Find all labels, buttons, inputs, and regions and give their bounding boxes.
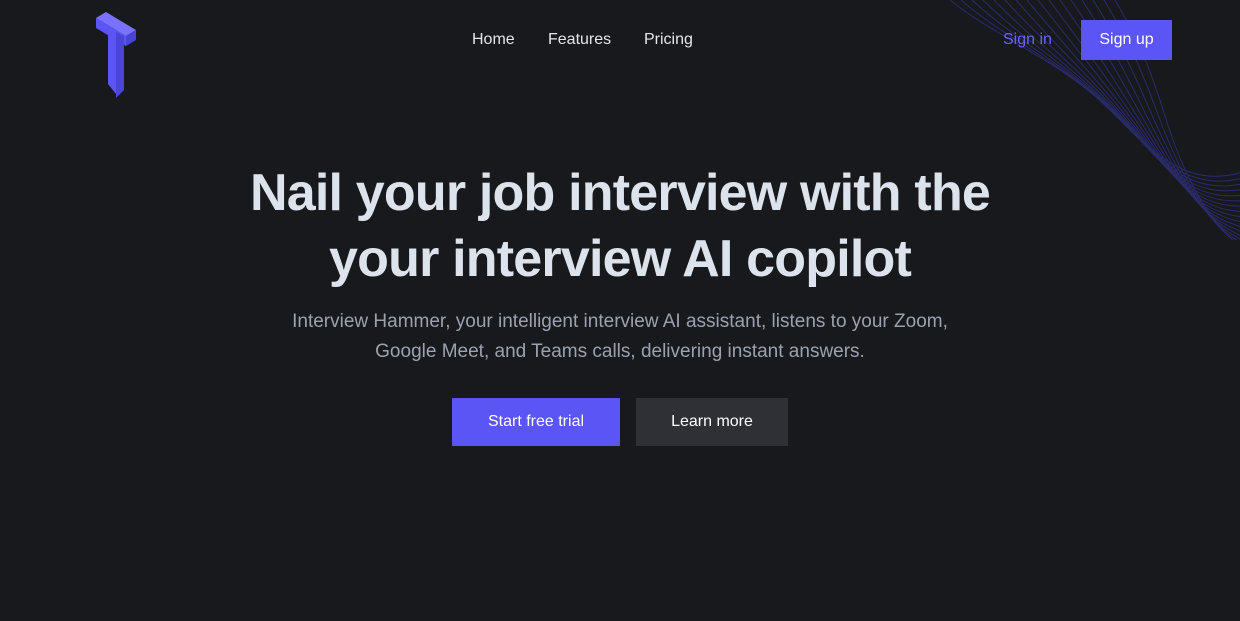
- nav-home-link[interactable]: Home: [472, 30, 515, 50]
- start-free-trial-button[interactable]: Start free trial: [452, 398, 620, 446]
- nav-pricing-link[interactable]: Pricing: [644, 30, 693, 50]
- hammer-t-logo-icon[interactable]: [94, 12, 140, 102]
- hero-subtitle-line-2: Google Meet, and Teams calls, delivering…: [375, 341, 865, 362]
- sign-up-button[interactable]: Sign up: [1081, 20, 1172, 60]
- sign-in-link[interactable]: Sign in: [1003, 30, 1052, 50]
- nav-features-link[interactable]: Features: [548, 30, 611, 50]
- hero-subtitle: Interview Hammer, your intelligent inter…: [0, 307, 1240, 367]
- hero-title-line-2: your interview AI copilot: [329, 230, 912, 288]
- hero-subtitle-line-1: Interview Hammer, your intelligent inter…: [292, 311, 948, 332]
- learn-more-button[interactable]: Learn more: [636, 398, 788, 446]
- hero-title: Nail your job interview with the your in…: [0, 160, 1240, 292]
- hero-title-line-1: Nail your job interview with the: [249, 164, 991, 222]
